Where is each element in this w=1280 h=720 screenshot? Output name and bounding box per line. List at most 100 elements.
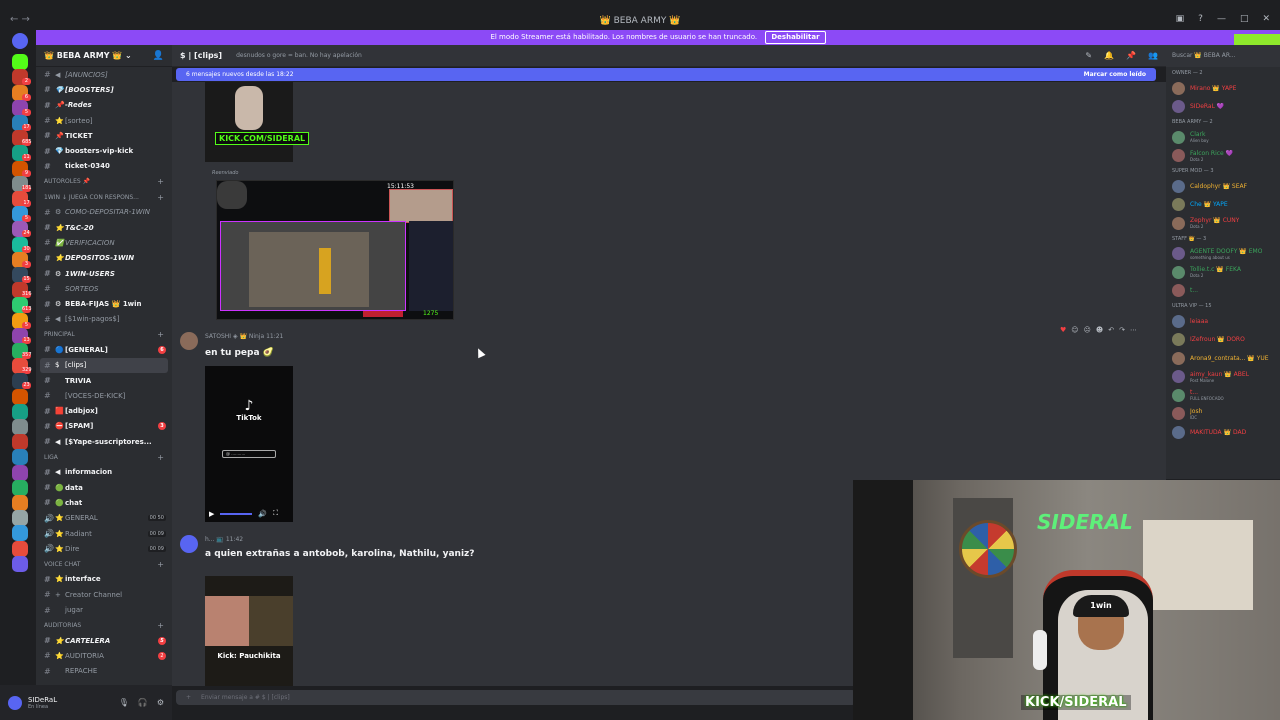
channel-item[interactable]: # + Creator Channel [36,587,172,602]
member-item[interactable]: AGENTE DOOFY 👑 EMO something about us [1166,245,1280,264]
member-item[interactable]: Zephyr 👑 CUNY Dota 2 [1166,214,1280,233]
member-item[interactable]: Falcon Rice 💜 Dota 2 [1166,147,1280,166]
channel-item[interactable]: # ⭐ interface [36,572,172,587]
channel-item[interactable]: # 🟢 chat [36,495,172,510]
new-messages-bar[interactable]: 6 mensajes nuevos desde las 18:22 Marcar… [176,68,1156,81]
video-embed[interactable]: Kick: Pauchikita [205,576,293,686]
channel-item[interactable]: # 📌 TICKET [36,128,172,143]
avatar[interactable] [180,332,198,350]
server-icon[interactable] [12,403,28,420]
channel-item[interactable]: # 🔵 [GENERAL] 6 [36,342,172,357]
volume-icon[interactable]: 🔊 [258,510,267,518]
channel-item[interactable]: # 💎 [BOOSTERS] [36,82,172,97]
play-icon[interactable]: ▶ [209,510,214,518]
channel-item[interactable]: # ⭐ DEPOSITOS-1WIN [36,251,172,266]
search-input[interactable]: Buscar 👑 BEBA AR... [1166,45,1280,67]
server-icon[interactable] [12,555,28,572]
add-channel-icon[interactable]: + [157,193,164,202]
channel-category[interactable]: AUTOROLES 📌 + [36,174,172,189]
message-input[interactable]: + Enviar mensaje a # $ | [clips] [176,690,856,705]
more-icon[interactable]: ⋯ [1130,326,1137,334]
server-icon[interactable] [12,388,28,405]
members-icon[interactable]: 👥 [1148,51,1158,60]
avatar[interactable] [8,695,22,710]
channel-item[interactable]: # ⚙ 1WIN-USERS [36,266,172,281]
server-icon[interactable] [12,540,28,557]
member-item[interactable]: Che 👑 YAPE [1166,196,1280,215]
laugh-reaction-icon[interactable]: ☺ [1071,326,1078,334]
threads-icon[interactable]: ✎ [1085,51,1092,60]
add-channel-icon[interactable]: + [157,560,164,569]
channel-item[interactable]: # ⭐ T&C-20 [36,220,172,235]
server-icon[interactable] [12,525,28,542]
message-author[interactable]: SATOSHI ◈ 👑 Ninja 11:21 [205,333,283,340]
close-button[interactable]: ✕ [1262,14,1270,24]
channel-item[interactable]: # SORTEOS [36,281,172,296]
channel-category[interactable]: AUDITORIAS + [36,618,172,633]
channel-item[interactable]: # ◀ [$1win-pagos$] [36,312,172,327]
message-author[interactable]: h... 📺 11:42 [205,536,243,543]
channel-item[interactable]: # REPACHE [36,664,172,679]
channel-item[interactable]: # ⭐ [sorteo] [36,113,172,128]
channel-item[interactable]: 🔊 ⭐ Radiant 00 09 [36,526,172,541]
member-item[interactable]: t... [1166,282,1280,301]
channel-item[interactable]: # ⭐ CARTELERA 5 [36,633,172,648]
add-channel-icon[interactable]: + [157,177,164,186]
channel-category[interactable]: VOICE CHAT + [36,557,172,572]
add-user-icon[interactable]: 👤 [153,51,164,61]
video-embed[interactable]: KICK.COM/SIDERAL [205,82,310,162]
channel-item[interactable]: 🔊 ⭐ GENERAL 00 50 [36,511,172,526]
member-item[interactable]: IZefroun 👑 DORO [1166,331,1280,350]
server-icon[interactable] [12,495,28,511]
reply-icon[interactable]: ↶ [1108,326,1114,334]
mark-as-read-button[interactable]: Marcar como leído [1084,71,1146,78]
server-icon[interactable] [12,510,28,527]
mic-icon[interactable]: 🎙 [119,698,129,707]
channel-item[interactable]: # ◀ [ANUNCIOS] [36,67,172,82]
channel-item[interactable]: # ⛔ [SPAM] 3 [36,419,172,434]
channel-item[interactable]: # ⭐ AUDITORIA 2 [36,648,172,663]
tiktok-embed[interactable]: ♪ TikTok @ ........... ▶ 🔊 ⛶ [205,366,293,522]
channel-item[interactable]: # TRIVIA [36,373,172,388]
channel-item[interactable]: # jugar [36,602,172,617]
channel-item[interactable]: 🔊 ⭐ Dire 00 09 [36,541,172,556]
channel-category[interactable]: LIGA + [36,449,172,464]
forward-icon[interactable]: ↷ [1119,326,1125,334]
home-button[interactable] [12,33,28,49]
server-icon[interactable] [12,54,28,71]
disable-streamer-button[interactable]: Deshabilitar [765,31,826,44]
inbox-icon[interactable]: ▣ [1176,14,1185,24]
maximize-button[interactable]: □ [1240,14,1249,24]
server-icon[interactable] [12,464,28,481]
channel-category[interactable]: PRINCIPAL + [36,327,172,342]
add-reaction-icon[interactable]: ☻ [1096,326,1103,334]
member-item[interactable]: t... FULL ENFOCADO [1166,386,1280,405]
avatar[interactable] [180,535,198,553]
channel-category[interactable]: 1WIN ↓ JUEGA CON RESPONS... + [36,189,172,204]
guild-header[interactable]: 👑 BEBA ARMY 👑 ⌄ 👤 [36,45,172,67]
member-item[interactable]: Caldophyr 👑 SEAF [1166,177,1280,196]
member-item[interactable]: Josh IDC [1166,405,1280,424]
channel-item[interactable]: # 💎 boosters-vip-kick [36,143,172,158]
add-attachment-icon[interactable]: + [186,694,191,701]
channel-item[interactable]: # ⚙ COMO-DEPOSITAR-1WIN [36,205,172,220]
server-icon[interactable] [12,434,28,451]
heart-reaction-icon[interactable]: ♥ [1060,326,1066,334]
clip-embed[interactable]: 15:11:53 1275 [216,180,454,320]
channel-item[interactable]: # ✅ VERIFICACION [36,235,172,250]
headphones-icon[interactable]: 🎧 [138,698,148,707]
channel-item[interactable]: # ⚙ BEBA-FIJAS 👑 1win [36,296,172,311]
fullscreen-icon[interactable]: ⛶ [273,509,278,518]
cry-reaction-icon[interactable]: ☹ [1084,326,1091,334]
channel-item[interactable]: # 🟥 [adbjox] [36,404,172,419]
add-channel-icon[interactable]: + [157,330,164,339]
member-item[interactable]: SIDeRaL 💜 [1166,98,1280,117]
member-item[interactable]: Mirano 👑 YAPE [1166,79,1280,98]
minimize-button[interactable]: — [1217,14,1226,24]
server-icon[interactable] [12,449,28,466]
channel-item[interactable]: # 🟢 data [36,480,172,495]
channel-item[interactable]: # ◀ [$Yape-suscriptores... [36,434,172,449]
member-item[interactable]: Tollie.t.c 👑 FEKA Dota 2 [1166,263,1280,282]
channel-topic[interactable]: desnudos o gore = ban. No hay apelación [236,52,362,59]
member-item[interactable]: aimy_kaun 👑 ABEL Post Malone [1166,368,1280,387]
